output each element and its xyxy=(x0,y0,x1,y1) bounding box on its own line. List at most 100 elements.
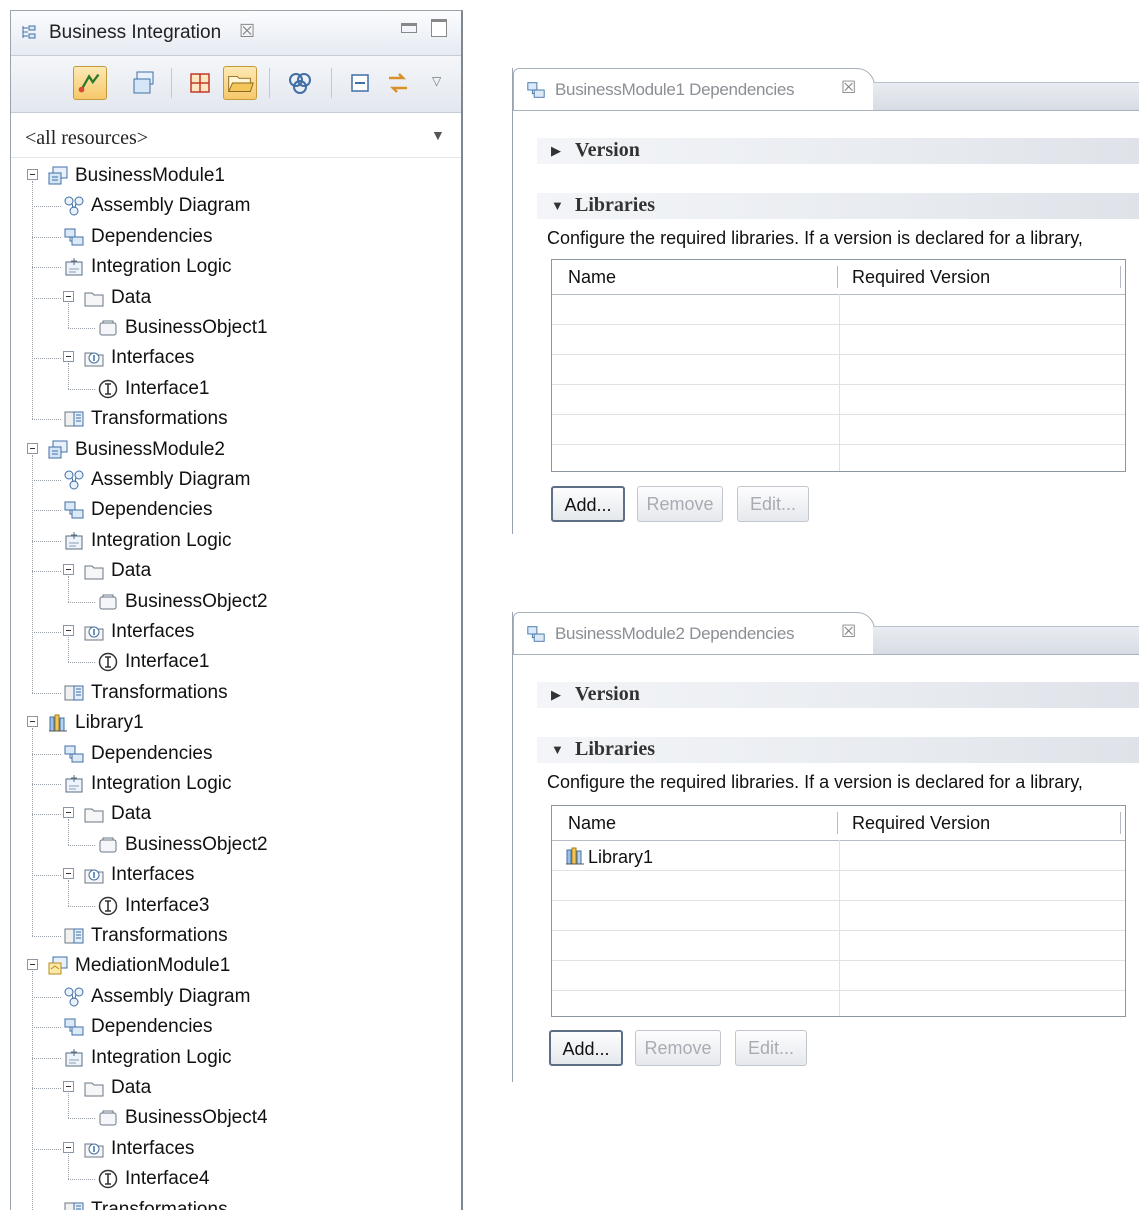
circles-icon[interactable] xyxy=(283,66,317,100)
column-divider[interactable] xyxy=(837,266,838,288)
version-section-header[interactable]: ▶ Version xyxy=(537,682,1139,708)
libraries-section-header[interactable]: ▼ Libraries xyxy=(537,193,1139,219)
tree-item[interactable]: Interfaces xyxy=(63,343,451,373)
tree-item[interactable]: Interfaces xyxy=(63,860,451,890)
expand-arrow-icon[interactable]: ▶ xyxy=(551,687,561,703)
show-categories-icon[interactable] xyxy=(129,66,163,100)
tree-item[interactable]: Integration Logic xyxy=(43,769,451,799)
tree-connector xyxy=(68,303,69,328)
tree-connector xyxy=(32,541,61,542)
collapse-toggle-icon[interactable] xyxy=(27,443,38,454)
tree-item[interactable]: Assembly Diagram xyxy=(43,982,451,1012)
tree-item[interactable]: Assembly Diagram xyxy=(43,191,451,221)
open-folder-icon[interactable] xyxy=(223,66,257,100)
tree-item[interactable]: Integration Logic xyxy=(43,1043,451,1073)
tree-item[interactable]: MediationModule1 xyxy=(27,951,451,981)
expand-arrow-icon[interactable]: ▶ xyxy=(551,143,561,159)
assembly-diagram-icon xyxy=(63,469,85,491)
close-icon[interactable]: ☒ xyxy=(841,622,856,642)
libraries-section-header[interactable]: ▼ Libraries xyxy=(537,737,1139,763)
remove-button[interactable]: Remove xyxy=(635,1030,721,1066)
transformations-icon xyxy=(63,1199,85,1210)
collapse-toggle-icon[interactable] xyxy=(63,807,74,818)
minimize-icon[interactable] xyxy=(401,23,417,33)
collapse-arrow-icon[interactable]: ▼ xyxy=(551,742,564,757)
sync-icon[interactable] xyxy=(381,66,415,100)
tree-item[interactable]: Interface3 xyxy=(77,891,451,921)
name-column-header[interactable]: Name xyxy=(568,806,616,840)
tree-item[interactable]: Integration Logic xyxy=(43,252,451,282)
tree-item[interactable]: Dependencies xyxy=(43,222,451,252)
resource-filter-dropdown[interactable]: <all resources> ▼ xyxy=(11,113,461,158)
maximize-icon[interactable] xyxy=(431,19,447,37)
tree-item[interactable]: Assembly Diagram xyxy=(43,465,451,495)
collapse-toggle-icon[interactable] xyxy=(27,959,38,970)
collapse-toggle-icon[interactable] xyxy=(63,868,74,879)
edit-button[interactable]: Edit... xyxy=(735,1030,807,1066)
tree-item[interactable]: BusinessObject1 xyxy=(77,313,451,343)
link-editor-icon[interactable] xyxy=(73,66,107,100)
tree-item[interactable]: Data xyxy=(63,556,451,586)
tree-connector xyxy=(32,237,61,238)
column-divider[interactable] xyxy=(837,812,838,834)
tree-item[interactable]: Interface4 xyxy=(77,1164,451,1194)
collapse-toggle-icon[interactable] xyxy=(63,625,74,636)
tree-item[interactable]: BusinessModule2 xyxy=(27,435,451,465)
tree-item[interactable]: Interface1 xyxy=(77,374,451,404)
close-icon[interactable]: ☒ xyxy=(239,21,255,42)
collapse-arrow-icon[interactable]: ▼ xyxy=(551,198,564,213)
business-integration-view: Business Integration ☒ xyxy=(10,10,463,1210)
edit-button[interactable]: Edit... xyxy=(737,486,809,522)
tree-item[interactable]: Transformations xyxy=(43,404,451,434)
add-button[interactable]: Add... xyxy=(549,1030,623,1066)
collapse-toggle-icon[interactable] xyxy=(27,169,38,180)
business-object-icon xyxy=(97,591,119,613)
tree-item[interactable]: Interface1 xyxy=(77,647,451,677)
grid-icon[interactable] xyxy=(183,66,217,100)
collapse-toggle-icon[interactable] xyxy=(63,291,74,302)
tree-item-label: Data xyxy=(111,1073,151,1103)
tree-item[interactable]: Data xyxy=(63,283,451,313)
collapse-toggle-icon[interactable] xyxy=(63,564,74,575)
collapse-toggle-icon[interactable] xyxy=(63,351,74,362)
tree-item[interactable]: Interfaces xyxy=(63,617,451,647)
tree-item[interactable]: BusinessObject2 xyxy=(77,830,451,860)
collapse-toggle-icon[interactable] xyxy=(63,1142,74,1153)
tree-item[interactable]: BusinessObject4 xyxy=(77,1103,451,1133)
tree-item[interactable]: Data xyxy=(63,799,451,829)
tree-connector xyxy=(32,480,61,481)
add-button[interactable]: Add... xyxy=(551,486,625,522)
editor-tab-title[interactable]: BusinessModule1 Dependencies xyxy=(555,80,794,100)
tree-item[interactable]: Library1 xyxy=(27,708,451,738)
tree-item[interactable]: BusinessObject2 xyxy=(77,587,451,617)
required-version-column-header[interactable]: Required Version xyxy=(852,260,990,294)
tree-item[interactable]: Dependencies xyxy=(43,739,451,769)
tree-item[interactable]: Transformations xyxy=(43,678,451,708)
tree-item[interactable]: Integration Logic xyxy=(43,526,451,556)
tree-item[interactable]: BusinessModule1 xyxy=(27,161,451,191)
tree-item[interactable]: Dependencies xyxy=(43,495,451,525)
table-row[interactable]: Library1 xyxy=(552,842,1126,872)
collapse-toggle-icon[interactable] xyxy=(63,1081,74,1092)
editor-body: ▶ Version ▼ Libraries Configure the requ… xyxy=(513,110,1139,534)
tree-item[interactable]: Transformations xyxy=(43,921,451,951)
version-section-header[interactable]: ▶ Version xyxy=(537,138,1139,164)
tree-item[interactable]: Transformations xyxy=(43,1195,451,1210)
tree-item[interactable]: Data xyxy=(63,1073,451,1103)
name-column-header[interactable]: Name xyxy=(568,260,616,294)
row-gridline xyxy=(552,960,1126,961)
libraries-table[interactable]: Name Required Version Library1 xyxy=(551,805,1126,1017)
tree-item[interactable]: Dependencies xyxy=(43,1012,451,1042)
required-version-column-header[interactable]: Required Version xyxy=(852,806,990,840)
row-gridline xyxy=(552,990,1126,991)
view-menu-icon[interactable]: ▽ xyxy=(432,74,441,88)
collapse-toggle-icon[interactable] xyxy=(27,716,38,727)
tree-item-label: BusinessModule2 xyxy=(75,435,225,465)
collapse-icon[interactable] xyxy=(343,66,377,100)
editor-tab-title[interactable]: BusinessModule2 Dependencies xyxy=(555,624,794,644)
remove-button[interactable]: Remove xyxy=(637,486,723,522)
tree-item[interactable]: Interfaces xyxy=(63,1134,451,1164)
version-section-title: Version xyxy=(575,683,640,706)
libraries-table[interactable]: Name Required Version xyxy=(551,259,1126,472)
close-icon[interactable]: ☒ xyxy=(841,78,856,98)
